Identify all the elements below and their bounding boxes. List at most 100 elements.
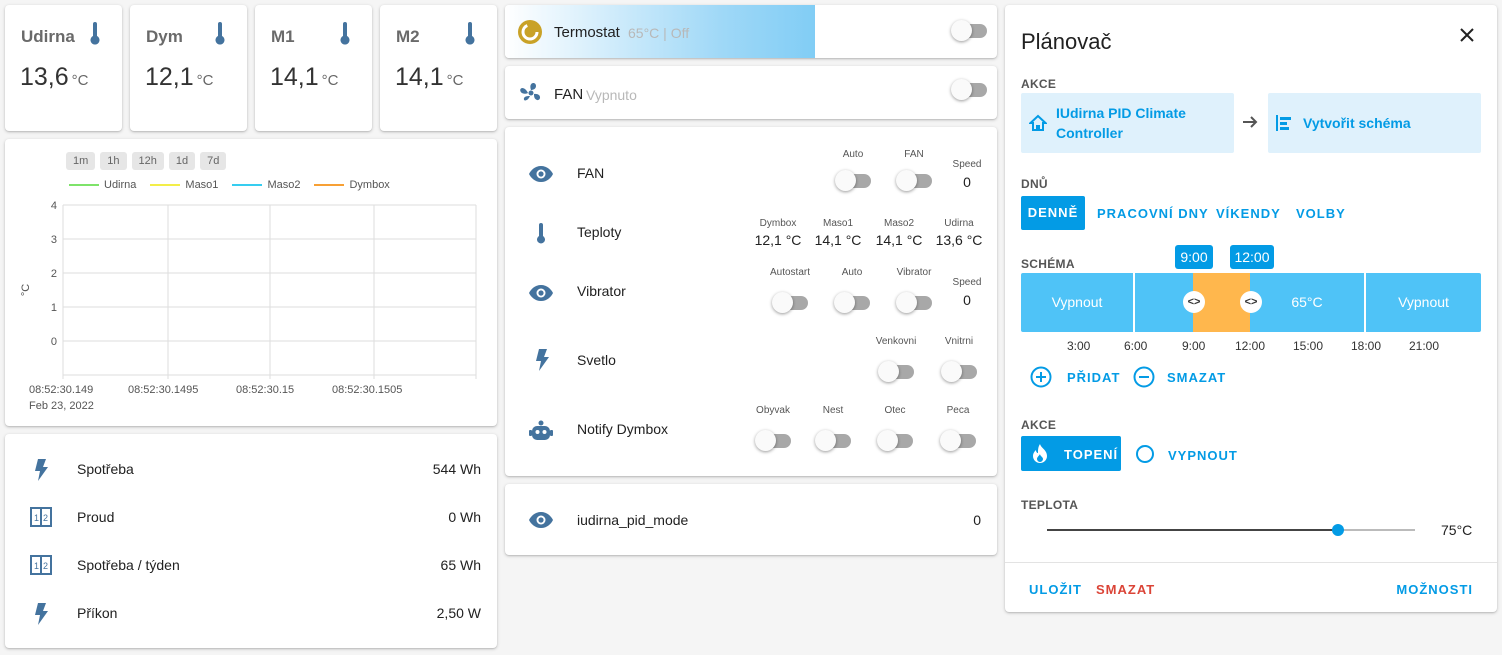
energy-row[interactable]: Spotřeba 544 Wh: [5, 449, 497, 489]
fan-fan-toggle[interactable]: [896, 170, 932, 191]
temp-card-title: M2: [396, 27, 420, 46]
schedule-segment[interactable]: Vypnout: [1366, 273, 1481, 332]
teploty-col: Dymbox 12,1 °C: [752, 218, 804, 248]
notify-peca-col: Peca: [935, 405, 981, 455]
action-heat-button[interactable]: TOPENÍ: [1021, 436, 1121, 471]
remove-button-label: SMAZAT: [1167, 370, 1227, 385]
fan-card[interactable]: FAN Vypnuto: [505, 66, 997, 119]
temp-card-udirna[interactable]: Udirna 13,6 °C: [5, 5, 122, 131]
day-tab-daily[interactable]: DENNĚ: [1021, 196, 1085, 230]
day-tab-weekend[interactable]: VÍKENDY: [1216, 206, 1281, 221]
footer-divider: [1005, 562, 1497, 563]
create-schema-chip[interactable]: Vytvořit schéma: [1268, 93, 1481, 153]
time-tick: 18:00: [1351, 339, 1382, 353]
add-button-label: PŘIDAT: [1067, 370, 1121, 385]
energy-value: 65 Wh: [440, 557, 481, 573]
notify-row-label: Notify Dymbox: [577, 421, 669, 437]
marker-start[interactable]: 9:00: [1175, 245, 1213, 269]
notify-otec-toggle[interactable]: [877, 430, 913, 451]
drag-handle[interactable]: <>: [1240, 291, 1262, 313]
energy-label: Spotřeba / týden: [77, 557, 180, 573]
termostat-card[interactable]: Termostat 65°C | Off: [505, 5, 997, 58]
notify-obyvak-toggle[interactable]: [755, 430, 791, 451]
schedule-segment[interactable]: 65°C: [1250, 273, 1366, 332]
fan-state: Vypnuto: [586, 87, 637, 103]
pid-mode-label: iudirna_pid_mode: [577, 512, 689, 528]
fan-auto-toggle[interactable]: [835, 170, 871, 191]
delete-button[interactable]: SMAZAT: [1096, 582, 1155, 597]
teploty-col-value: 12,1 °C: [754, 232, 802, 248]
svetlo-venkovni-toggle[interactable]: [878, 361, 914, 382]
fan-toggle[interactable]: [951, 79, 987, 100]
notify-nest-toggle[interactable]: [815, 430, 851, 451]
teploty-row-label: Teploty: [577, 224, 622, 240]
flash-icon: [535, 349, 549, 371]
timeline-icon: [1275, 114, 1293, 132]
svetlo-venkovni-label: Venkovni: [875, 336, 917, 347]
y-tick: 4: [51, 200, 57, 212]
vibrator-speed-col: Speed 0: [947, 277, 987, 308]
thermometer-icon: [88, 22, 102, 46]
eye-icon: [529, 285, 553, 301]
notify-peca-label: Peca: [946, 405, 970, 416]
vibrator-autostart-toggle[interactable]: [772, 292, 808, 313]
drag-handle[interactable]: <>: [1183, 291, 1205, 313]
pid-mode-card[interactable]: iudirna_pid_mode 0: [505, 484, 997, 555]
planner-title: Plánovač: [1021, 29, 1112, 54]
energy-row[interactable]: 12 Proud 0 Wh: [5, 497, 497, 537]
fire-icon: [1032, 444, 1048, 463]
slider-knob[interactable]: [1332, 524, 1344, 536]
teploty-col: Udirna 13,6 °C: [933, 218, 985, 248]
vibrator-speed-value: 0: [963, 292, 971, 308]
energy-value: 2,50 W: [436, 605, 481, 621]
marker-end[interactable]: 12:00: [1230, 245, 1274, 269]
vibrator-auto-toggle[interactable]: [834, 292, 870, 313]
teploty-col-header: Maso1: [822, 218, 853, 229]
temp-card-value: 13,6 °C: [20, 63, 89, 91]
y-tick: 0: [51, 336, 57, 348]
circle-outline-icon: [1136, 445, 1154, 463]
thermometer-icon: [213, 22, 227, 46]
vibrator-row-label: Vibrator: [577, 283, 626, 299]
time-tick: 6:00: [1124, 339, 1148, 353]
time-tick: 9:00: [1182, 339, 1206, 353]
temp-card-title: M1: [271, 27, 295, 46]
temp-card-dym[interactable]: Dym 12,1 °C: [130, 5, 247, 131]
pid-mode-value: 0: [973, 512, 981, 528]
day-tab-workdays[interactable]: PRACOVNÍ DNY: [1097, 206, 1209, 221]
entity-chip[interactable]: IUdirna PID Climate Controller: [1021, 93, 1234, 153]
close-icon[interactable]: [1459, 27, 1475, 43]
akce-label: AKCE: [1021, 77, 1057, 91]
fan-fan-label: FAN: [904, 149, 924, 160]
schedule-segment[interactable]: Vypnout: [1021, 273, 1135, 332]
energy-value: 0 Wh: [448, 509, 481, 525]
energy-value: 544 Wh: [432, 461, 481, 477]
dnu-label: DNŮ: [1021, 177, 1048, 191]
teploty-col-header: Maso2: [883, 218, 914, 229]
svetlo-vnitrni-label: Vnitrni: [944, 336, 974, 347]
action-heat-label: TOPENÍ: [1064, 447, 1119, 462]
svetlo-vnitrni-toggle[interactable]: [941, 361, 977, 382]
save-button[interactable]: ULOŽIT: [1029, 582, 1082, 597]
termostat-name: Termostat: [554, 24, 620, 41]
create-schema-label: Vytvořit schéma: [1303, 115, 1411, 131]
temp-card-title: Dym: [146, 27, 183, 46]
temp-card-m1[interactable]: M1 14,1 °C: [255, 5, 372, 131]
vibrator-auto-label: Auto: [841, 267, 863, 278]
energy-row[interactable]: 12 Spotřeba / týden 65 Wh: [5, 545, 497, 585]
slider-fill: [1047, 529, 1338, 531]
x-tick: 08:52:30.149: [29, 384, 93, 396]
svg-text:2: 2: [43, 513, 48, 523]
termostat-toggle[interactable]: [951, 20, 987, 41]
notify-peca-toggle[interactable]: [940, 430, 976, 451]
notify-otec-label: Otec: [884, 405, 906, 416]
vibrator-vibrator-toggle[interactable]: [896, 292, 932, 313]
options-button[interactable]: MOŽNOSTI: [1396, 582, 1473, 597]
energy-row[interactable]: Příkon 2,50 W: [5, 593, 497, 633]
day-tab-choices[interactable]: VOLBY: [1296, 206, 1346, 221]
notify-nest-label: Nest: [822, 405, 844, 416]
temp-card-m2[interactable]: M2 14,1 °C: [380, 5, 497, 131]
time-tick: 3:00: [1067, 339, 1091, 353]
minus-circle-icon: [1133, 366, 1155, 388]
thermometer-icon: [535, 223, 547, 245]
